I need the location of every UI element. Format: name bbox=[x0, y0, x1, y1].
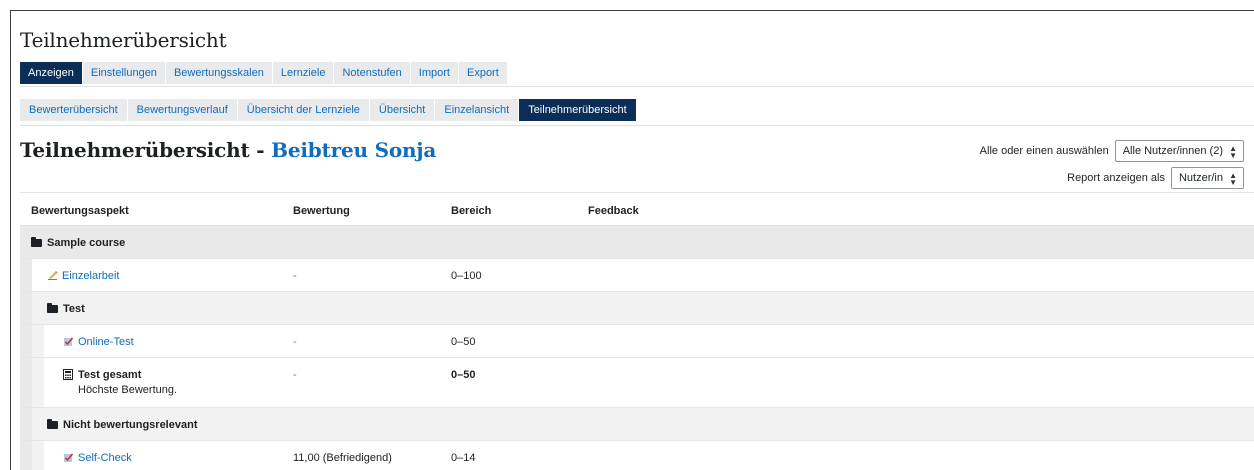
tab-lernziele[interactable]: Lernziele bbox=[272, 62, 334, 84]
tab-export[interactable]: Export bbox=[458, 62, 507, 84]
total-name: Test gesamt bbox=[78, 369, 142, 381]
item-link-self-check[interactable]: Self-Check bbox=[78, 452, 132, 464]
assignment-icon bbox=[48, 271, 58, 280]
grade-value: - bbox=[293, 369, 297, 381]
grade-value: - bbox=[293, 336, 297, 348]
view-as-label: Report anzeigen als bbox=[1067, 172, 1165, 184]
category-name: Test bbox=[63, 303, 85, 315]
grade-value: 11,00 (Befriedigend) bbox=[293, 452, 392, 464]
grade-value: - bbox=[293, 270, 297, 282]
page-title: Teilnehmerübersicht bbox=[20, 28, 227, 52]
header-feedback: Feedback bbox=[588, 205, 639, 217]
view-as-row: Report anzeigen als Nutzer/in ▲ ▼ bbox=[1067, 167, 1244, 189]
tab-notenstufen[interactable]: Notenstufen bbox=[334, 62, 410, 84]
category-name: Nicht bewertungsrelevant bbox=[63, 419, 198, 431]
folder-icon bbox=[47, 419, 58, 429]
tab-anzeigen[interactable]: Anzeigen bbox=[20, 62, 82, 84]
quiz-icon bbox=[64, 453, 74, 462]
table-header: Bewertungsaspekt Bewertung Bereich Feedb… bbox=[20, 193, 1254, 226]
report-heading: Teilnehmerübersicht - Beibtreu Sonja bbox=[20, 138, 436, 162]
folder-icon bbox=[47, 303, 58, 313]
item-link-einzelarbeit[interactable]: Einzelarbeit bbox=[62, 270, 119, 282]
header-grade: Bewertung bbox=[293, 205, 350, 217]
main-tabs: Anzeigen Einstellungen Bewertungsskalen … bbox=[20, 62, 508, 84]
range-value: 0–14 bbox=[451, 452, 476, 464]
category-row-test: Test bbox=[20, 292, 1254, 325]
report-heading-prefix: Teilnehmerübersicht - bbox=[20, 138, 272, 162]
category-row-course: Sample course bbox=[20, 226, 1254, 259]
subtab-bewertungsverlauf[interactable]: Bewertungsverlauf bbox=[127, 99, 237, 121]
range-value: 0–50 bbox=[451, 336, 476, 348]
divider bbox=[20, 125, 1254, 126]
table-row: Einzelarbeit - 0–100 bbox=[20, 259, 1254, 292]
header-item: Bewertungsaspekt bbox=[31, 205, 129, 217]
range-value: 0–100 bbox=[451, 270, 482, 282]
tab-bewertungsskalen[interactable]: Bewertungsskalen bbox=[165, 62, 272, 84]
subtab-uebersicht-lernziele[interactable]: Übersicht der Lernziele bbox=[237, 99, 369, 121]
divider bbox=[20, 86, 1254, 87]
table-row: Self-Check 11,00 (Befriedigend) 0–14 bbox=[20, 441, 1254, 470]
user-selector-row: Alle oder einen auswählen Alle Nutzer/in… bbox=[980, 140, 1244, 162]
category-total-row: Test gesamt Höchste Bewertung. - 0–50 bbox=[20, 358, 1254, 408]
sub-tabs: Bewerterübersicht Bewertungsverlauf Über… bbox=[20, 99, 637, 121]
category-name: Sample course bbox=[47, 237, 126, 249]
grade-table: Bewertungsaspekt Bewertung Bereich Feedb… bbox=[20, 193, 1254, 470]
quiz-icon bbox=[64, 337, 74, 346]
header-range: Bereich bbox=[451, 205, 492, 217]
select-caret-icon: ▲ ▼ bbox=[1229, 144, 1237, 160]
tab-einstellungen[interactable]: Einstellungen bbox=[82, 62, 165, 84]
view-as-select[interactable]: Nutzer/in ▲ ▼ bbox=[1170, 167, 1244, 189]
item-link-online-test[interactable]: Online-Test bbox=[78, 336, 134, 348]
user-select-value: Alle Nutzer/innen (2) bbox=[1122, 145, 1223, 157]
range-value: 0–50 bbox=[451, 369, 476, 381]
subtab-bewerteruebersicht[interactable]: Bewerterübersicht bbox=[20, 99, 127, 121]
table-row: Online-Test - 0–50 bbox=[20, 325, 1254, 358]
user-selector-label: Alle oder einen auswählen bbox=[979, 145, 1109, 157]
subtab-teilnehmeruebersicht[interactable]: Teilnehmerübersicht bbox=[519, 99, 636, 121]
category-row-nicht-bewertungsrelevant: Nicht bewertungsrelevant bbox=[20, 408, 1254, 441]
calculator-icon bbox=[63, 369, 73, 380]
view-as-value: Nutzer/in bbox=[1178, 172, 1223, 184]
subtab-einzelansicht[interactable]: Einzelansicht bbox=[435, 99, 519, 121]
aggregation-method: Höchste Bewertung. bbox=[78, 384, 178, 396]
page-frame: Teilnehmerübersicht Anzeigen Einstellung… bbox=[10, 10, 1254, 470]
folder-icon bbox=[31, 237, 42, 247]
select-caret-icon: ▲ ▼ bbox=[1229, 171, 1237, 187]
tab-import[interactable]: Import bbox=[410, 62, 458, 84]
subtab-uebersicht[interactable]: Übersicht bbox=[369, 99, 435, 121]
user-select[interactable]: Alle Nutzer/innen (2) ▲ ▼ bbox=[1114, 140, 1244, 162]
report-user-link[interactable]: Beibtreu Sonja bbox=[271, 138, 436, 162]
